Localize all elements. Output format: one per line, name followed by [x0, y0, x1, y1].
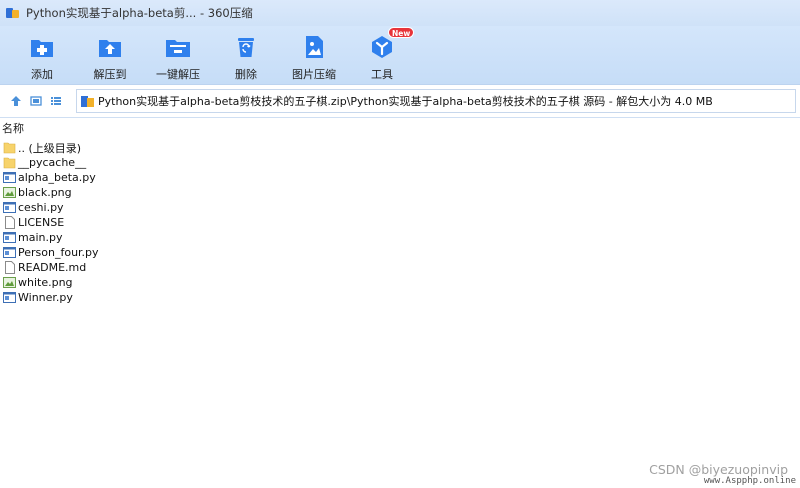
one-click-extract-button[interactable]: 一键解压	[144, 26, 212, 84]
extract-to-icon	[97, 34, 123, 60]
path-text: Python实现基于alpha-beta剪枝技术的五子棋.zip\Python实…	[98, 95, 713, 108]
file-name: README.md	[18, 261, 87, 274]
new-badge: New	[388, 27, 415, 38]
delete-icon	[233, 34, 259, 60]
blank-file-icon	[3, 216, 16, 229]
image-compress-button[interactable]: 图片压缩	[280, 26, 348, 84]
image-compress-icon	[301, 34, 327, 60]
list-item[interactable]: black.png	[0, 185, 800, 200]
path-field[interactable]: Python实现基于alpha-beta剪枝技术的五子棋.zip\Python实…	[76, 89, 796, 113]
one-click-extract-label: 一键解压	[156, 68, 200, 81]
file-name: ceshi.py	[18, 201, 64, 214]
delete-button[interactable]: 删除	[212, 26, 280, 84]
python-file-icon	[3, 246, 16, 259]
blank-file-icon	[3, 261, 16, 274]
address-bar: Python实现基于alpha-beta剪枝技术的五子棋.zip\Python实…	[0, 84, 800, 118]
delete-label: 删除	[235, 68, 257, 81]
list-item[interactable]: alpha_beta.py	[0, 170, 800, 185]
file-list: .. (上级目录) __pycache__ alpha_beta.py blac…	[0, 140, 800, 305]
python-file-icon	[3, 171, 16, 184]
list-item[interactable]: Winner.py	[0, 290, 800, 305]
list-view-icon	[51, 97, 61, 105]
zip-archive-icon	[81, 95, 95, 108]
list-item[interactable]: ceshi.py	[0, 200, 800, 215]
window-title: Python实现基于alpha-beta剪... - 360压缩	[26, 6, 253, 20]
list-item[interactable]: __pycache__	[0, 155, 800, 170]
arrow-up-icon	[11, 96, 21, 106]
image-compress-label: 图片压缩	[292, 68, 336, 81]
image-file-icon	[3, 276, 16, 289]
column-header-name[interactable]: 名称	[0, 119, 800, 137]
list-item[interactable]: .. (上级目录)	[0, 140, 800, 155]
list-item[interactable]: main.py	[0, 230, 800, 245]
file-name: white.png	[18, 276, 73, 289]
add-icon	[29, 34, 55, 60]
view-controls	[0, 91, 76, 111]
list-item[interactable]: LICENSE	[0, 215, 800, 230]
thumbnail-view-button[interactable]	[26, 91, 46, 111]
one-click-extract-icon	[165, 34, 191, 60]
image-file-icon	[3, 186, 16, 199]
python-file-icon	[3, 231, 16, 244]
tools-label: 工具	[371, 68, 393, 81]
csdn-watermark: CSDN @biyezuopinvip	[649, 462, 788, 477]
add-label: 添加	[31, 68, 53, 81]
file-name: main.py	[18, 231, 63, 244]
title-bar: Python实现基于alpha-beta剪... - 360压缩	[0, 0, 800, 26]
list-item[interactable]: README.md	[0, 260, 800, 275]
file-name: alpha_beta.py	[18, 171, 96, 184]
python-file-icon	[3, 201, 16, 214]
list-view-button[interactable]	[46, 91, 66, 111]
extract-to-button[interactable]: 解压到	[76, 26, 144, 84]
extract-to-label: 解压到	[93, 68, 127, 81]
folder-up-icon	[3, 141, 16, 154]
column-name-label: 名称	[2, 122, 24, 135]
app-logo-icon	[6, 7, 20, 19]
go-up-button[interactable]	[6, 91, 26, 111]
main-toolbar: 添加 解压到 一键解压 删除 图片压缩 New 工具	[0, 26, 800, 84]
tools-button[interactable]: New 工具	[348, 26, 416, 84]
site-watermark: www.Aspphp.online	[703, 476, 796, 486]
folder-icon	[3, 156, 16, 169]
file-name: .. (上级目录)	[18, 141, 82, 155]
thumbnail-view-icon	[30, 96, 42, 106]
file-name: Winner.py	[18, 291, 73, 304]
file-name: __pycache__	[18, 156, 87, 169]
python-file-icon	[3, 291, 16, 304]
add-button[interactable]: 添加	[8, 26, 76, 84]
file-name: LICENSE	[18, 216, 65, 229]
list-item[interactable]: white.png	[0, 275, 800, 290]
file-name: black.png	[18, 186, 72, 199]
file-name: Person_four.py	[18, 246, 99, 259]
list-item[interactable]: Person_four.py	[0, 245, 800, 260]
